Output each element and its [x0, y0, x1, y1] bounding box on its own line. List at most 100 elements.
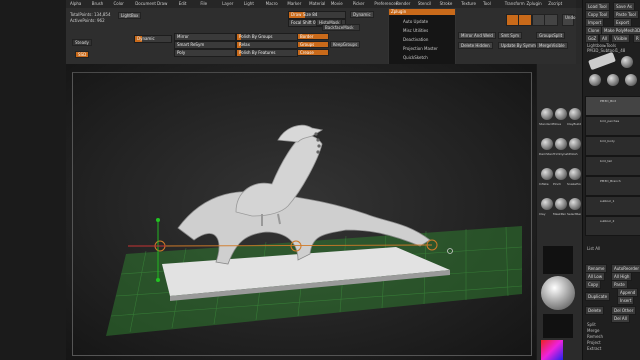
list-all-button[interactable]: List All: [587, 246, 600, 251]
groups-button[interactable]: Groups: [297, 41, 329, 48]
delete-button[interactable]: Delete: [585, 306, 605, 315]
merge-menu[interactable]: Merge: [587, 328, 600, 333]
menu-item[interactable]: Stencil: [418, 1, 432, 6]
brush-icon[interactable]: [555, 198, 567, 210]
subtool-row[interactable]: bird_body: [585, 136, 640, 156]
brush-icon[interactable]: [555, 108, 567, 120]
brush-icon[interactable]: [541, 168, 553, 180]
dynamic-button[interactable]: Dynamic: [350, 11, 374, 18]
brush-icon[interactable]: [569, 138, 581, 150]
all-button[interactable]: All: [599, 34, 610, 43]
groups-split-button[interactable]: GroupsSplit: [536, 32, 566, 39]
dropdown-item[interactable]: Deactivation: [403, 37, 428, 42]
menu-item[interactable]: Alpha: [70, 1, 81, 6]
keep-groups-button[interactable]: KeepGroups: [330, 41, 361, 48]
texture-slot[interactable]: [543, 314, 573, 338]
polish-features-slider[interactable]: Polish By Features: [236, 49, 298, 57]
rotate-mode-button[interactable]: [544, 14, 558, 26]
dropdown-item[interactable]: QuickSketch: [403, 55, 428, 60]
dropdown-item[interactable]: Projection Master: [403, 46, 438, 51]
gizmo-y-tip: [156, 218, 160, 222]
subtool-row[interactable]: subtool_1: [585, 196, 640, 216]
brush-icon[interactable]: [541, 198, 553, 210]
dynamic-slider[interactable]: Dynamic: [134, 35, 172, 43]
tool-thumb-plank[interactable]: [588, 51, 616, 71]
brush-icon[interactable]: [569, 108, 581, 120]
draw-size-label: Draw Size 84: [291, 12, 318, 17]
dropdown-item[interactable]: Auto Update: [403, 19, 428, 24]
stroke-preview[interactable]: [543, 246, 573, 274]
brush-icon[interactable]: [541, 108, 553, 120]
menu-item[interactable]: Render: [396, 1, 410, 6]
color-picker[interactable]: [541, 340, 563, 360]
merge-visible-button[interactable]: MergeVisible: [536, 42, 568, 49]
crease-button[interactable]: Crease: [297, 49, 329, 56]
menu-item[interactable]: Preferences: [374, 1, 398, 6]
tool-thumb-sphere[interactable]: [621, 56, 633, 68]
menu-item[interactable]: Marker: [287, 1, 301, 6]
subtool-row[interactable]: bird_perches: [585, 116, 640, 136]
backface-mask-button[interactable]: BackfaceMask: [322, 24, 360, 31]
mirror-weld-button[interactable]: Mirror And Weld: [458, 32, 496, 39]
dynamic-label: Dynamic: [137, 36, 155, 41]
menu-item[interactable]: Zplugin: [527, 1, 542, 6]
brush-icon[interactable]: [541, 138, 553, 150]
menu-item[interactable]: Macro: [266, 1, 278, 6]
brush-icon[interactable]: [555, 168, 567, 180]
smart-resym-slider[interactable]: Smart ReSym: [174, 41, 236, 49]
mirror-slider[interactable]: Mirror: [174, 33, 236, 41]
extract-menu[interactable]: Extract: [587, 346, 601, 351]
insert-button[interactable]: Insert: [617, 296, 635, 305]
tool-thumb-branch[interactable]: [607, 74, 619, 86]
menu-item[interactable]: Tool: [483, 1, 491, 6]
menu-item[interactable]: Texture: [461, 1, 476, 6]
project-menu[interactable]: Project: [587, 340, 601, 345]
material-sphere[interactable]: [541, 276, 575, 310]
polish-groups-slider[interactable]: Polish By Groups: [236, 33, 298, 41]
brush-icon[interactable]: [569, 168, 581, 180]
menu-item[interactable]: Transform: [505, 1, 525, 6]
canvas-viewport[interactable]: [66, 64, 536, 360]
del-all-button[interactable]: Del All: [611, 314, 630, 323]
menu-item[interactable]: Color: [113, 1, 123, 6]
menu-item[interactable]: File: [200, 1, 207, 6]
remesh-menu[interactable]: Remesh: [587, 334, 603, 339]
menu-item[interactable]: Movie: [331, 1, 343, 6]
undo-button[interactable]: Undo: [562, 14, 575, 26]
menu-item[interactable]: Edit: [179, 1, 187, 6]
tool-thumb-bird[interactable]: [589, 74, 601, 86]
menu-item[interactable]: Stroke: [440, 1, 453, 6]
relax-slider[interactable]: Relax: [236, 41, 298, 49]
subtool-row[interactable]: PM3D_Branch: [585, 176, 640, 196]
menu-item[interactable]: Zscript: [548, 1, 562, 6]
visible-button[interactable]: Visible: [611, 34, 631, 43]
delete-hidden-button[interactable]: Delete Hidden: [458, 42, 493, 49]
menu-item[interactable]: Document: [135, 1, 156, 6]
copy-button[interactable]: Copy: [585, 280, 602, 289]
menu-item[interactable]: Brush: [92, 1, 104, 6]
smt-sym-button[interactable]: Smt Sym: [498, 32, 523, 39]
subtool-row[interactable]: subtool_2: [585, 216, 640, 236]
draw-size-slider[interactable]: Draw Size 84: [288, 11, 346, 19]
menu-item[interactable]: Material: [309, 1, 325, 6]
goz-button[interactable]: GoZ: [585, 34, 600, 43]
subtool-row[interactable]: PM3D_Bird: [585, 96, 640, 116]
r-button[interactable]: R: [633, 34, 640, 43]
poly-slider[interactable]: Poly: [174, 49, 236, 57]
move-mode-button[interactable]: [518, 14, 532, 26]
duplicate-button[interactable]: Duplicate: [585, 292, 611, 301]
menu-item[interactable]: Draw: [157, 1, 167, 6]
steady-button[interactable]: Steady: [72, 39, 92, 46]
brush-icon[interactable]: [555, 138, 567, 150]
menu-item[interactable]: Light: [244, 1, 254, 6]
dropdown-item[interactable]: Misc Utilities: [403, 28, 428, 33]
ssd-button[interactable]: SSD: [75, 51, 90, 58]
menu-item[interactable]: Layer: [222, 1, 233, 6]
tool-thumb-cylinder[interactable]: [625, 74, 637, 86]
menu-item[interactable]: Picker: [353, 1, 365, 6]
lightbox-button[interactable]: LightBox: [118, 12, 142, 19]
brush-icon[interactable]: [569, 198, 581, 210]
subtool-row[interactable]: bird_tail: [585, 156, 640, 176]
border-button[interactable]: Border: [297, 33, 329, 40]
split-menu[interactable]: Split: [587, 322, 596, 327]
